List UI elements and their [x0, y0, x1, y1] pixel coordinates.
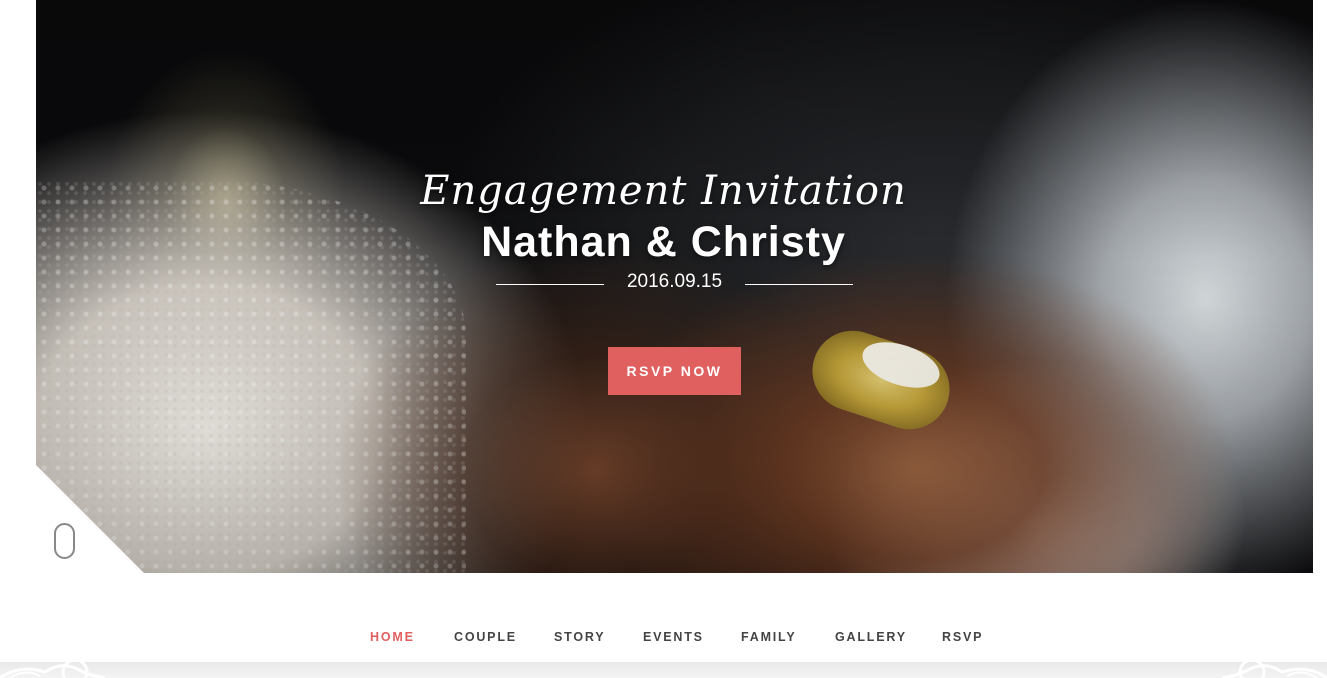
floral-ornament-icon — [1217, 662, 1327, 678]
rsvp-now-button[interactable]: RSVP NOW — [608, 347, 741, 395]
main-nav: HOME COUPLE STORY EVENTS FAMILY GALLERY … — [0, 573, 1327, 663]
nav-item-family[interactable]: FAMILY — [741, 630, 796, 644]
nav-item-rsvp[interactable]: RSVP — [942, 630, 983, 644]
event-date: 2016.09.15 — [626, 271, 723, 292]
nav-item-story[interactable]: STORY — [554, 630, 605, 644]
floral-ornament-icon — [0, 662, 110, 678]
nav-item-gallery[interactable]: GALLERY — [835, 630, 907, 644]
mouse-scroll-icon[interactable] — [54, 523, 75, 559]
nav-item-home[interactable]: HOME — [370, 630, 415, 644]
nav-item-couple[interactable]: COUPLE — [454, 630, 517, 644]
event-date-row: 2016.09.15 — [496, 271, 853, 297]
hero-content: Engagement Invitation Nathan & Christy 2… — [0, 0, 1327, 573]
page: Engagement Invitation Nathan & Christy 2… — [0, 0, 1327, 678]
nav-item-events[interactable]: EVENTS — [643, 630, 704, 644]
nav-bottom-border — [0, 662, 1327, 678]
hero-subtitle: Engagement Invitation — [420, 168, 907, 214]
couple-names: Nathan & Christy — [481, 218, 846, 266]
date-divider-right — [745, 284, 853, 285]
